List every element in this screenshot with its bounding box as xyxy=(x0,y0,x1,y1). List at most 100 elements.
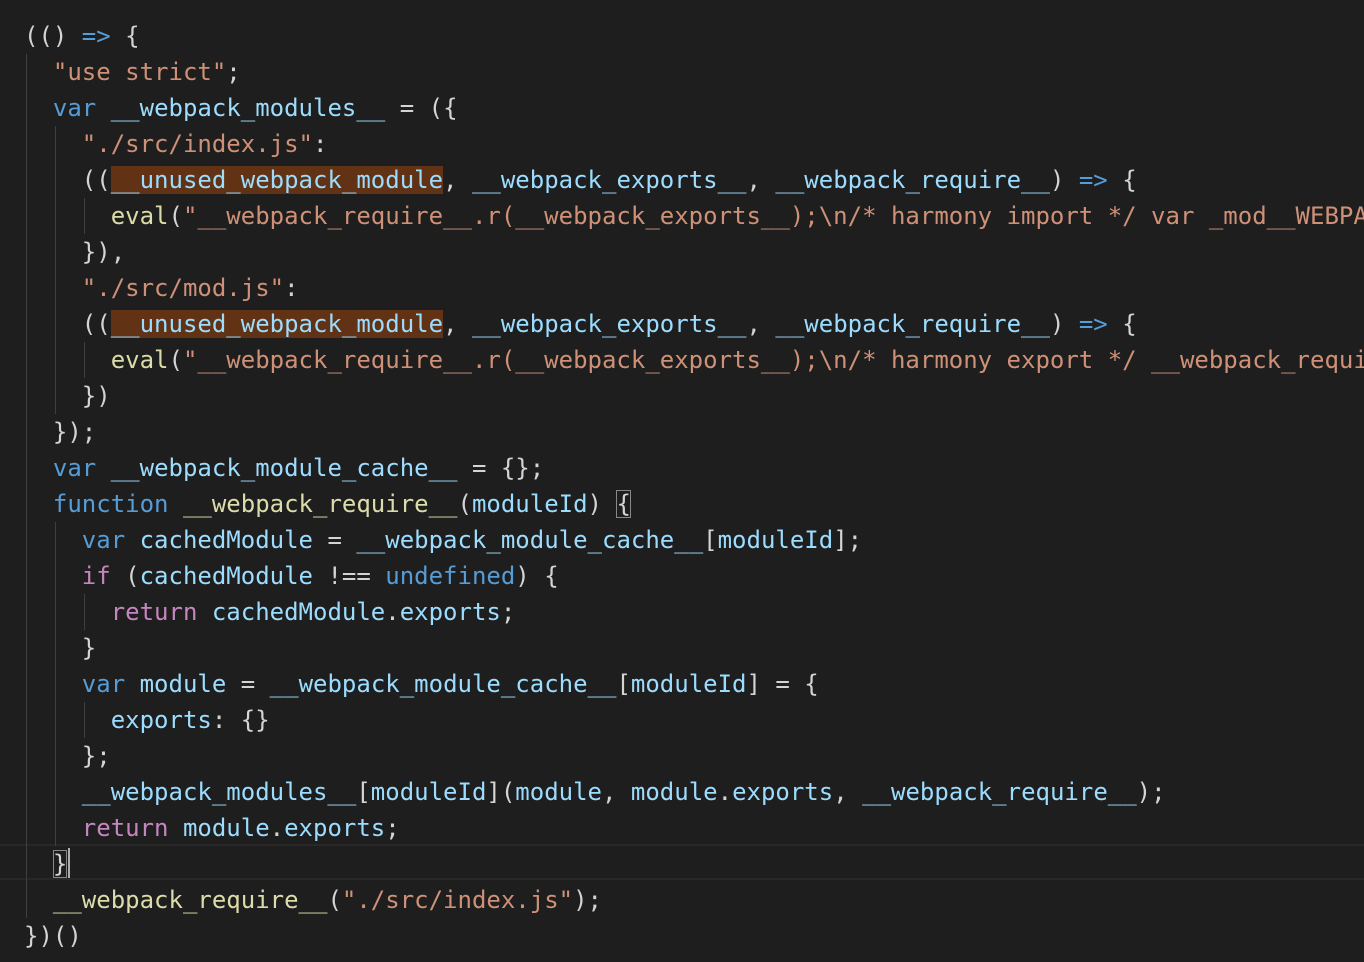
code-token: module xyxy=(515,778,602,806)
indent-guide xyxy=(26,162,27,198)
indent-guide xyxy=(55,630,56,666)
indent-guide xyxy=(26,414,27,450)
indent-guide xyxy=(26,846,27,882)
code-line[interactable]: ((__unused_webpack_module, __webpack_exp… xyxy=(24,162,1364,198)
indent-guide xyxy=(55,270,56,306)
code-line[interactable]: }) xyxy=(24,378,1364,414)
code-line[interactable]: "./src/mod.js": xyxy=(24,270,1364,306)
code-line[interactable]: __webpack_modules__[moduleId](module, mo… xyxy=(24,774,1364,810)
code-token: ( xyxy=(327,886,342,914)
code-token: ); xyxy=(573,886,602,914)
code-token: , xyxy=(746,310,776,338)
code-token: })() xyxy=(24,922,82,950)
code-token: }) xyxy=(81,382,111,410)
code-token: "./src/index.js" xyxy=(341,886,574,914)
code-token: ( xyxy=(168,346,183,374)
code-line[interactable]: return module.exports; xyxy=(24,810,1364,846)
indent-guide xyxy=(55,378,56,414)
code-line[interactable]: }); xyxy=(24,414,1364,450)
code-line[interactable]: eval("__webpack_require__.r(__webpack_ex… xyxy=(24,198,1364,234)
code-token: __webpack_require__ xyxy=(775,166,1050,194)
code-token: eval xyxy=(110,346,169,374)
code-line[interactable]: return cachedModule.exports; xyxy=(24,594,1364,630)
code-editor[interactable]: (() => { "use strict"; var __webpack_mod… xyxy=(0,0,1364,962)
code-token: exports xyxy=(110,706,212,734)
code-token: ]; xyxy=(833,526,863,554)
indent-guide xyxy=(84,342,85,378)
code-token: cachedModule xyxy=(139,526,313,554)
code-token: module xyxy=(630,778,718,806)
code-token: exports xyxy=(399,598,501,626)
code-line[interactable]: ((__unused_webpack_module, __webpack_exp… xyxy=(24,306,1364,342)
code-token: __webpack_exports__ xyxy=(471,310,747,338)
code-line[interactable]: }), xyxy=(24,234,1364,270)
code-line[interactable]: eval("__webpack_require__.r(__webpack_ex… xyxy=(24,342,1364,378)
indent-guide xyxy=(55,774,56,810)
code-line[interactable]: "use strict"; xyxy=(24,54,1364,90)
code-token: : {} xyxy=(211,706,270,734)
code-line[interactable]: } xyxy=(24,630,1364,666)
code-line[interactable]: } xyxy=(24,846,1364,882)
code-line[interactable]: exports: {} xyxy=(24,702,1364,738)
code-line[interactable]: function __webpack_require__(moduleId) { xyxy=(24,486,1364,522)
code-lines[interactable]: (() => { "use strict"; var __webpack_mod… xyxy=(24,18,1364,954)
indent-guide xyxy=(26,558,27,594)
indent-guide xyxy=(26,486,27,522)
code-token: module xyxy=(182,814,270,842)
code-token: function xyxy=(52,490,169,518)
indent-guide xyxy=(26,882,27,918)
indent-guide xyxy=(26,774,27,810)
code-line[interactable]: "./src/index.js": xyxy=(24,126,1364,162)
code-token: moduleId xyxy=(370,778,487,806)
code-token: "./src/index.js" xyxy=(81,130,313,158)
indent-guide xyxy=(26,702,27,738)
code-line[interactable]: })() xyxy=(24,918,1364,954)
code-line[interactable]: (() => { xyxy=(24,18,1364,54)
code-token: (( xyxy=(81,166,111,194)
code-line[interactable]: var __webpack_module_cache__ = {}; xyxy=(24,450,1364,486)
matched-bracket: { xyxy=(616,490,631,518)
code-line[interactable]: var cachedModule = __webpack_module_cach… xyxy=(24,522,1364,558)
indent-guide xyxy=(55,234,56,270)
indent-guide xyxy=(84,702,85,738)
code-line[interactable]: }; xyxy=(24,738,1364,774)
code-token: "./src/mod.js" xyxy=(81,274,285,302)
code-token: , xyxy=(443,310,472,338)
code-token: [ xyxy=(703,526,718,554)
code-line[interactable]: if (cachedModule !== undefined) { xyxy=(24,558,1364,594)
indent-guide xyxy=(55,810,56,846)
code-token: = xyxy=(313,526,357,554)
code-token: (( xyxy=(81,310,111,338)
code-line[interactable]: var module = __webpack_module_cache__[mo… xyxy=(24,666,1364,702)
indent-guide xyxy=(55,198,56,234)
code-token: (() xyxy=(24,22,82,50)
code-line[interactable]: var __webpack_modules__ = ({ xyxy=(24,90,1364,126)
code-token: cachedModule xyxy=(211,598,386,626)
code-token: { xyxy=(1107,166,1137,194)
code-token: }); xyxy=(52,418,97,446)
code-token: "__webpack_require__.r(__webpack_exports… xyxy=(182,202,1364,230)
indent-guide xyxy=(26,630,27,666)
code-token: ) { xyxy=(515,562,559,590)
highlighted-token: __unused_webpack_module xyxy=(110,166,444,194)
code-token: return xyxy=(110,598,198,626)
code-token: exports xyxy=(732,778,834,806)
code-token: __webpack_require__ xyxy=(52,886,328,914)
code-token: [ xyxy=(356,778,371,806)
code-token: __webpack_modules__ xyxy=(81,778,357,806)
indent-guide xyxy=(26,666,27,702)
code-token: ) xyxy=(1049,166,1079,194)
code-token: . xyxy=(717,778,733,806)
code-line[interactable]: __webpack_require__("./src/index.js"); xyxy=(24,882,1364,918)
